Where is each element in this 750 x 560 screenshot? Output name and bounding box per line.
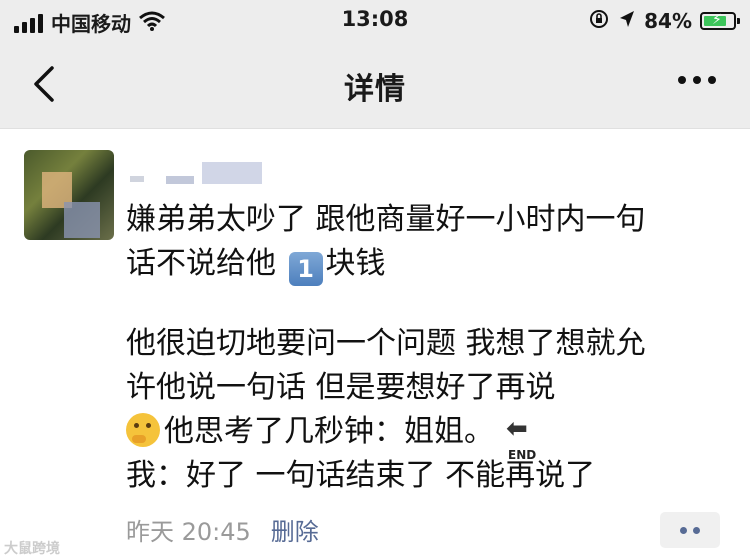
- post-meta: 昨天 20:45 删除: [126, 512, 319, 547]
- post-line-text: 块钱: [325, 246, 386, 281]
- battery-percent: 84%: [644, 9, 692, 33]
- delete-link[interactable]: 删除: [271, 512, 319, 547]
- post-line: 嫌弟弟太吵了 跟他商量好一小时内一句: [126, 202, 646, 237]
- status-bar: 中国移动 13:08 84% ⚡: [0, 0, 750, 40]
- nav-bar: 详情: [0, 40, 750, 129]
- avatar[interactable]: [24, 150, 114, 240]
- more-options-button[interactable]: [678, 76, 716, 84]
- post-line: 他思考了几秒钟：姐姐。 ⬅ END: [126, 410, 726, 462]
- username-blurred[interactable]: [130, 162, 262, 184]
- location-icon: [618, 9, 636, 33]
- post-timestamp: 昨天 20:45: [126, 518, 251, 546]
- watermark: 大鼠跨境: [4, 541, 60, 557]
- thinking-face-icon: [126, 413, 160, 447]
- post-content: 嫌弟弟太吵了 跟他商量好一小时内一句 话不说给他 1 块钱 他很迫切地要问一个问题…: [126, 198, 726, 498]
- post-line: 他很迫切地要问一个问题 我想了想就允: [126, 326, 646, 361]
- page-title: 详情: [344, 72, 406, 107]
- battery-charging-icon: ⚡: [700, 12, 740, 30]
- keycap-one-emoji: 1: [288, 252, 323, 286]
- more-dots-icon: [678, 76, 686, 84]
- post-line-text: 话不说给他: [126, 246, 276, 281]
- lock-rotation-icon: [588, 8, 610, 34]
- end-arrow-icon: ⬅ END: [504, 413, 544, 462]
- post-line: 许他说一句话 但是要想好了再说: [126, 370, 556, 405]
- post-line: 话不说给他 1 块钱: [126, 242, 726, 286]
- end-label: END: [508, 448, 537, 462]
- comment-button[interactable]: [660, 512, 720, 548]
- post-line: 我：好了 一句话结束了 不能再说了: [126, 458, 596, 493]
- post-line-text: 他思考了几秒钟：姐姐。: [164, 414, 494, 449]
- comment-dots-icon: [680, 526, 687, 534]
